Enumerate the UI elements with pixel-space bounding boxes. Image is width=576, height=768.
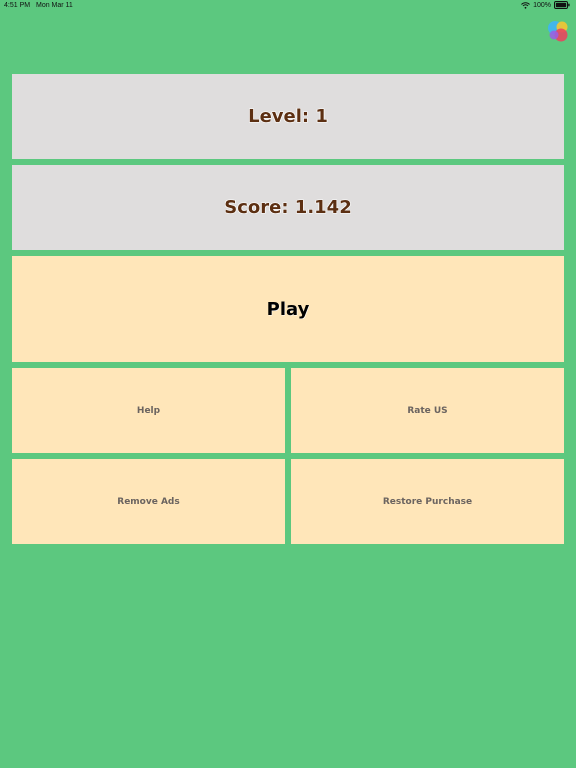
remove-ads-label: Remove Ads	[117, 496, 180, 507]
level-panel: Level: 1	[12, 74, 564, 159]
restore-purchase-label: Restore Purchase	[382, 496, 473, 507]
restore-purchase-button[interactable]: Restore Purchase	[291, 459, 564, 544]
score-label: Score: 1.142	[224, 197, 352, 218]
play-label: Play	[266, 298, 310, 320]
help-label: Help	[136, 405, 161, 416]
help-button[interactable]: Help	[12, 368, 285, 453]
rate-us-button[interactable]: Rate US	[291, 368, 564, 453]
wifi-icon	[521, 1, 530, 9]
status-time: 4:51 PM	[4, 2, 31, 9]
play-button[interactable]: Play	[12, 256, 564, 362]
status-date: Mon Mar 11	[36, 2, 73, 9]
remove-ads-button[interactable]: Remove Ads	[12, 459, 285, 544]
score-panel: Score: 1.142	[12, 165, 564, 250]
level-label: Level: 1	[248, 106, 328, 127]
status-bar: 4:51 PM Mon Mar 11 100%	[0, 0, 576, 12]
battery-percentage: 100%	[533, 1, 551, 9]
status-indicators: 100%	[521, 1, 570, 9]
rate-us-label: Rate US	[407, 405, 448, 416]
battery-icon	[554, 1, 570, 9]
game-center-icon[interactable]	[546, 19, 570, 43]
